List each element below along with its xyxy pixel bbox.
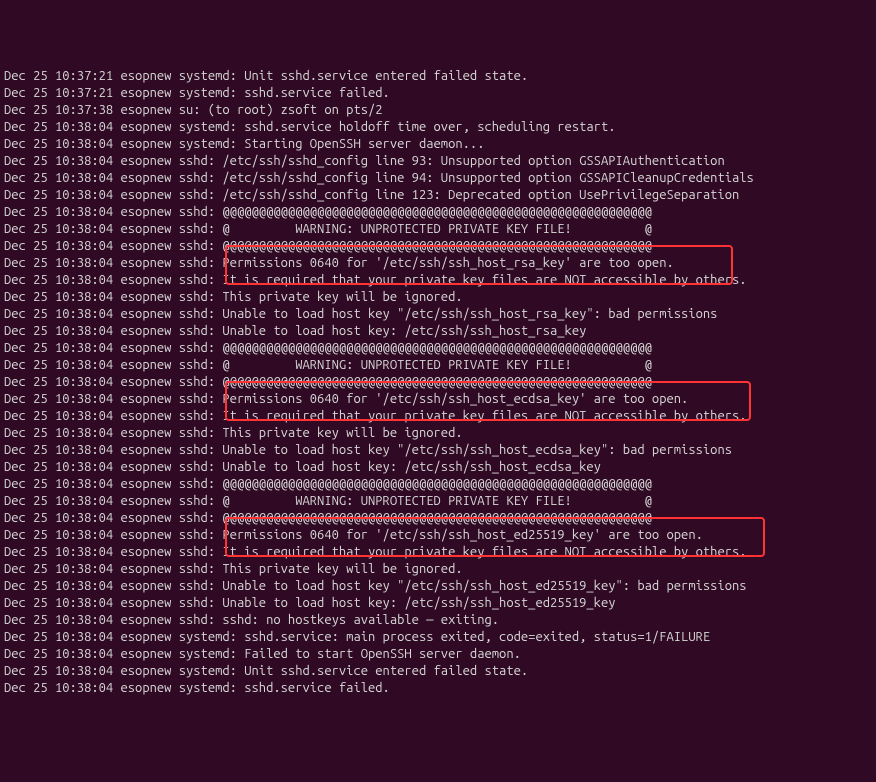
log-line: Dec 25 10:38:04 esopnew sshd: This priva… — [4, 289, 872, 306]
log-line: Dec 25 10:38:04 esopnew sshd: /etc/ssh/s… — [4, 187, 872, 204]
terminal-output: Dec 25 10:37:21 esopnew systemd: Unit ss… — [0, 68, 876, 697]
log-line: Dec 25 10:38:04 esopnew sshd: Unable to … — [4, 595, 872, 612]
log-line: Dec 25 10:38:04 esopnew systemd: sshd.se… — [4, 119, 872, 136]
log-line: Dec 25 10:37:38 esopnew su: (to root) zs… — [4, 102, 872, 119]
log-line: Dec 25 10:38:04 esopnew sshd: Unable to … — [4, 459, 872, 476]
log-line: Dec 25 10:38:04 esopnew systemd: sshd.se… — [4, 680, 872, 697]
log-line: Dec 25 10:38:04 esopnew sshd: @@@@@@@@@@… — [4, 510, 872, 527]
log-line: Dec 25 10:38:04 esopnew sshd: This priva… — [4, 425, 872, 442]
log-line: Dec 25 10:38:04 esopnew sshd: It is requ… — [4, 272, 872, 289]
log-line: Dec 25 10:38:04 esopnew sshd: Permission… — [4, 527, 872, 544]
log-line: Dec 25 10:38:04 esopnew sshd: Unable to … — [4, 578, 872, 595]
log-line: Dec 25 10:38:04 esopnew sshd: @@@@@@@@@@… — [4, 476, 872, 493]
log-line: Dec 25 10:38:04 esopnew sshd: It is requ… — [4, 408, 872, 425]
log-line: Dec 25 10:38:04 esopnew sshd: Permission… — [4, 255, 872, 272]
log-line: Dec 25 10:38:04 esopnew sshd: Unable to … — [4, 442, 872, 459]
log-line: Dec 25 10:38:04 esopnew systemd: sshd.se… — [4, 629, 872, 646]
log-line: Dec 25 10:38:04 esopnew sshd: This priva… — [4, 561, 872, 578]
log-line: Dec 25 10:38:04 esopnew systemd: Unit ss… — [4, 663, 872, 680]
log-line: Dec 25 10:38:04 esopnew sshd: @@@@@@@@@@… — [4, 374, 872, 391]
log-line: Dec 25 10:37:21 esopnew systemd: sshd.se… — [4, 85, 872, 102]
log-line: Dec 25 10:38:04 esopnew sshd: /etc/ssh/s… — [4, 153, 872, 170]
log-line: Dec 25 10:38:04 esopnew sshd: @@@@@@@@@@… — [4, 340, 872, 357]
log-line: Dec 25 10:38:04 esopnew sshd: @@@@@@@@@@… — [4, 238, 872, 255]
log-line: Dec 25 10:38:04 esopnew sshd: @@@@@@@@@@… — [4, 204, 872, 221]
log-line: Dec 25 10:38:04 esopnew sshd: /etc/ssh/s… — [4, 170, 872, 187]
log-line: Dec 25 10:38:04 esopnew sshd: Permission… — [4, 391, 872, 408]
log-line: Dec 25 10:38:04 esopnew sshd: Unable to … — [4, 323, 872, 340]
log-line: Dec 25 10:37:21 esopnew systemd: Unit ss… — [4, 68, 872, 85]
log-line: Dec 25 10:38:04 esopnew sshd: Unable to … — [4, 306, 872, 323]
log-line: Dec 25 10:38:04 esopnew systemd: Startin… — [4, 136, 872, 153]
log-line: Dec 25 10:38:04 esopnew sshd: @ WARNING:… — [4, 221, 872, 238]
log-line: Dec 25 10:38:04 esopnew sshd: @ WARNING:… — [4, 357, 872, 374]
log-line: Dec 25 10:38:04 esopnew systemd: Failed … — [4, 646, 872, 663]
log-line: Dec 25 10:38:04 esopnew sshd: @ WARNING:… — [4, 493, 872, 510]
log-line: Dec 25 10:38:04 esopnew sshd: sshd: no h… — [4, 612, 872, 629]
log-line: Dec 25 10:38:04 esopnew sshd: It is requ… — [4, 544, 872, 561]
